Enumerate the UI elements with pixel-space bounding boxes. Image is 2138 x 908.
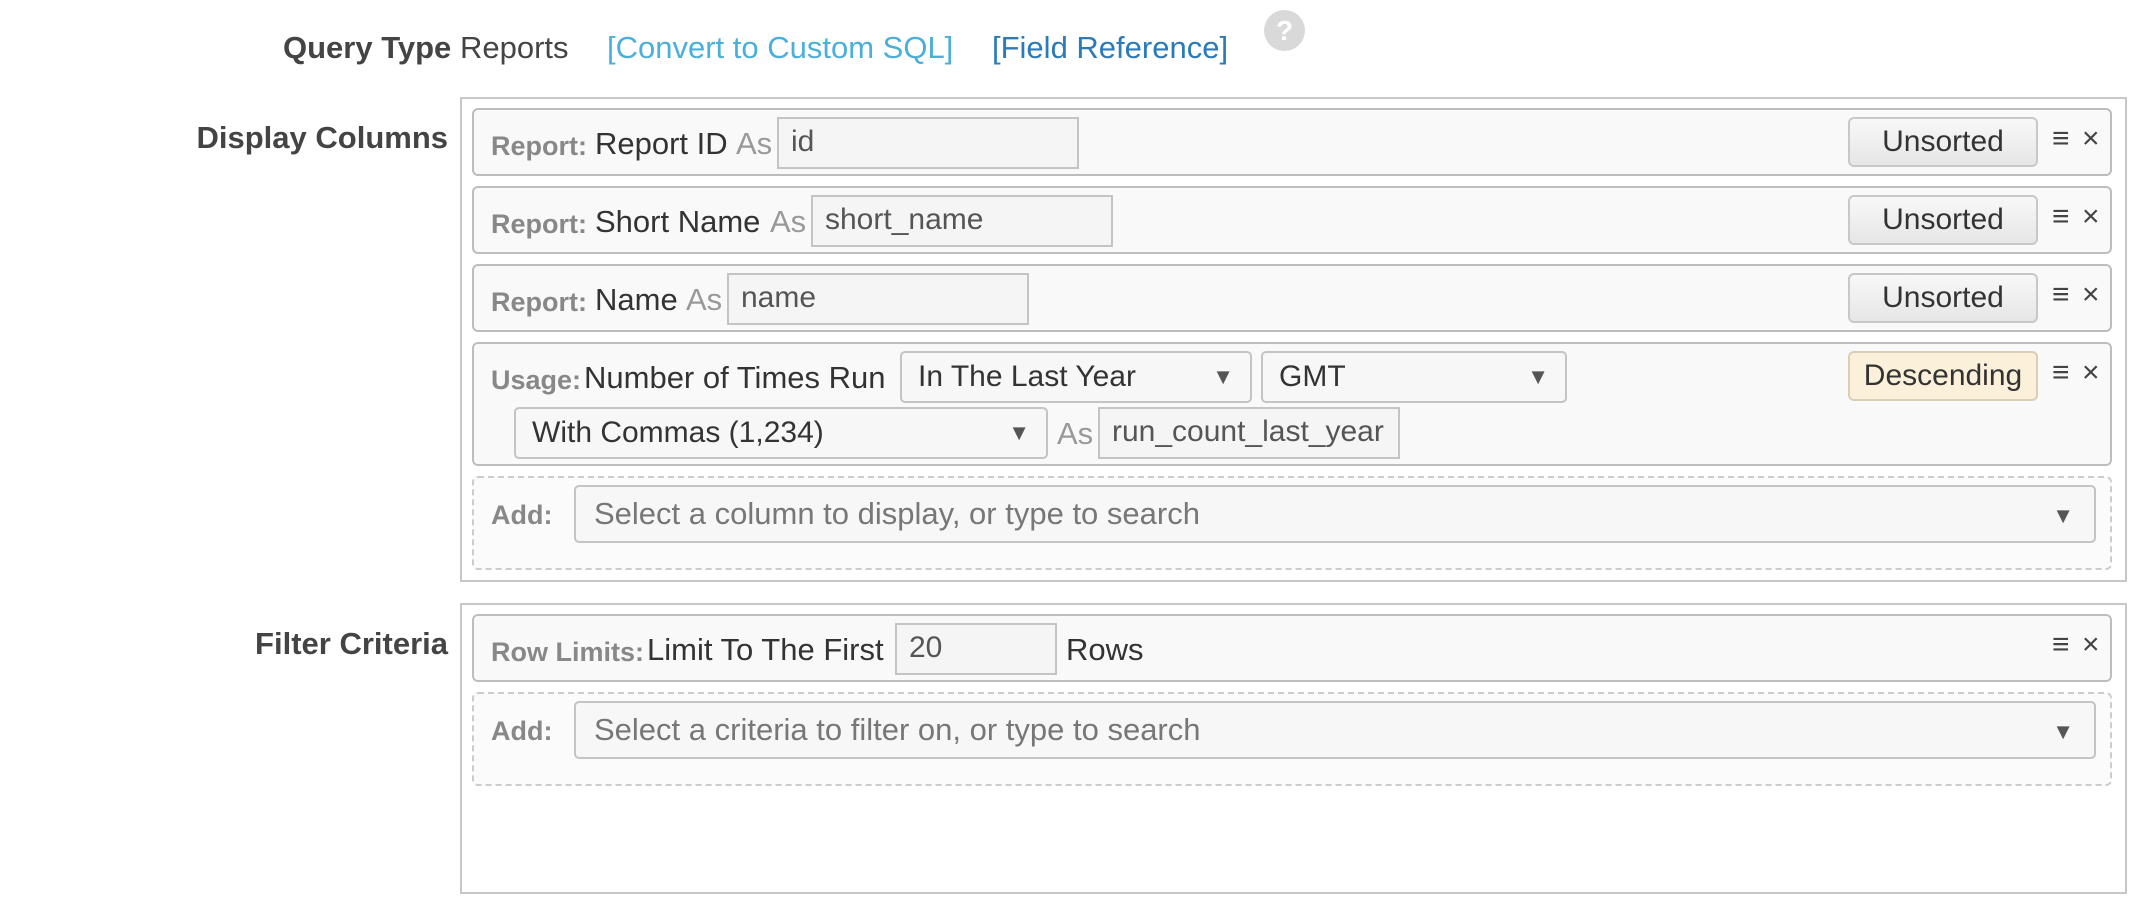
display-columns-label: Display Columns bbox=[196, 120, 449, 155]
criteria-category: Row Limits: bbox=[491, 637, 644, 667]
reorder-handle-icon[interactable]: ≡ bbox=[2052, 356, 2070, 390]
as-label: As bbox=[686, 282, 723, 317]
time-period-value: In The Last Year bbox=[918, 360, 1136, 393]
display-column-row: Report: Name As name Unsorted ≡ × bbox=[472, 264, 2112, 332]
add-label: Add: bbox=[491, 716, 553, 746]
column-field-name: Name bbox=[595, 282, 678, 317]
column-category: Usage: bbox=[491, 365, 582, 395]
timezone-select[interactable]: GMT ▼ bbox=[1261, 351, 1567, 403]
reorder-handle-icon[interactable]: ≡ bbox=[2052, 278, 2070, 312]
remove-icon[interactable]: × bbox=[2082, 278, 2100, 312]
as-label: As bbox=[1057, 416, 1094, 451]
chevron-down-icon: ▼ bbox=[1212, 364, 1234, 389]
column-category: Report: bbox=[491, 287, 587, 317]
column-field-name: Report ID bbox=[595, 126, 728, 161]
add-criteria-select[interactable]: Select a criteria to filter on, or type … bbox=[574, 701, 2096, 759]
reorder-handle-icon[interactable]: ≡ bbox=[2052, 628, 2070, 662]
column-category: Report: bbox=[491, 209, 587, 239]
add-filter-criteria-row: Add: Select a criteria to filter on, or … bbox=[472, 692, 2112, 786]
chevron-down-icon: ▼ bbox=[1008, 420, 1030, 445]
display-column-row: Report: Report ID As id Unsorted ≡ × bbox=[472, 108, 2112, 176]
field-reference-link[interactable]: [Field Reference] bbox=[992, 30, 1228, 66]
chevron-down-icon: ▼ bbox=[2052, 719, 2074, 744]
query-type-label: Query Type bbox=[283, 30, 452, 65]
criteria-prefix: Limit To The First bbox=[647, 632, 884, 667]
column-alias-input[interactable]: name bbox=[727, 273, 1029, 325]
criteria-suffix: Rows bbox=[1066, 632, 1144, 667]
reorder-handle-icon[interactable]: ≡ bbox=[2052, 122, 2070, 156]
sort-button[interactable]: Descending bbox=[1848, 351, 2038, 401]
column-alias-input[interactable]: short_name bbox=[811, 195, 1113, 247]
add-display-column-row: Add: Select a column to display, or type… bbox=[472, 476, 2112, 570]
query-type-value: Reports bbox=[460, 30, 569, 65]
column-field-name: Number of Times Run bbox=[584, 360, 886, 395]
chevron-down-icon: ▼ bbox=[1527, 364, 1549, 389]
help-icon[interactable]: ? bbox=[1264, 10, 1305, 51]
sort-button[interactable]: Unsorted bbox=[1848, 273, 2038, 323]
remove-icon[interactable]: × bbox=[2082, 122, 2100, 156]
reorder-handle-icon[interactable]: ≡ bbox=[2052, 200, 2070, 234]
row-limit-input[interactable]: 20 bbox=[895, 623, 1057, 675]
convert-to-custom-sql-link[interactable]: [Convert to Custom SQL] bbox=[607, 30, 953, 66]
filter-criteria-row: Row Limits: Limit To The First 20 Rows ≡… bbox=[472, 614, 2112, 682]
timezone-value: GMT bbox=[1279, 360, 1346, 393]
add-column-select[interactable]: Select a column to display, or type to s… bbox=[574, 485, 2096, 543]
remove-icon[interactable]: × bbox=[2082, 200, 2100, 234]
column-category: Report: bbox=[491, 131, 587, 161]
add-column-placeholder: Select a column to display, or type to s… bbox=[594, 496, 1200, 531]
column-alias-input[interactable]: id bbox=[777, 117, 1079, 169]
add-label: Add: bbox=[491, 500, 553, 530]
number-format-value: With Commas (1,234) bbox=[532, 416, 824, 449]
time-period-select[interactable]: In The Last Year ▼ bbox=[900, 351, 1252, 403]
number-format-select[interactable]: With Commas (1,234) ▼ bbox=[514, 407, 1048, 459]
sort-button[interactable]: Unsorted bbox=[1848, 195, 2038, 245]
display-column-row: Report: Short Name As short_name Unsorte… bbox=[472, 186, 2112, 254]
as-label: As bbox=[770, 204, 807, 239]
remove-icon[interactable]: × bbox=[2082, 628, 2100, 662]
chevron-down-icon: ▼ bbox=[2052, 503, 2074, 528]
filter-criteria-label: Filter Criteria bbox=[255, 626, 448, 661]
display-column-row: Usage: Number of Times Run In The Last Y… bbox=[472, 342, 2112, 466]
remove-icon[interactable]: × bbox=[2082, 356, 2100, 390]
as-label: As bbox=[736, 126, 773, 161]
sort-button[interactable]: Unsorted bbox=[1848, 117, 2038, 167]
add-criteria-placeholder: Select a criteria to filter on, or type … bbox=[594, 712, 1201, 747]
column-alias-input[interactable]: run_count_last_year bbox=[1098, 407, 1400, 459]
column-field-name: Short Name bbox=[595, 204, 761, 239]
